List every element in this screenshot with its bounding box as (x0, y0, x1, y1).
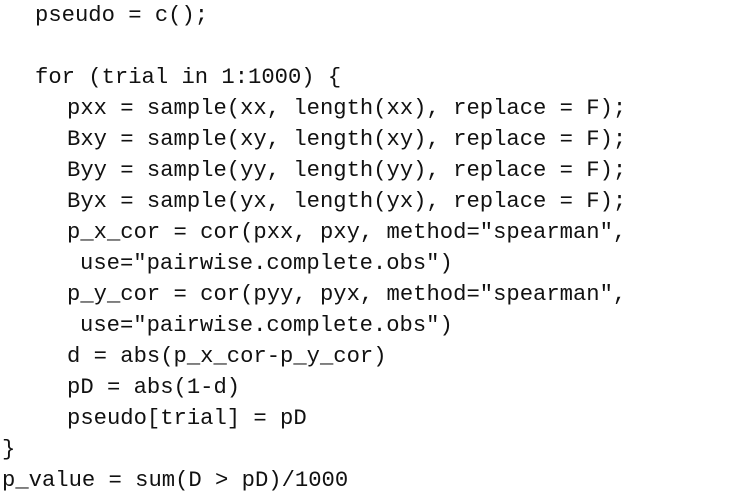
code-line-text: pseudo = c(); (35, 3, 209, 28)
code-line-text: use="pairwise.complete.obs") (80, 313, 453, 338)
code-line: pseudo = c(); (0, 0, 755, 31)
code-line: Bxy = sample(xy, length(xy), replace = F… (0, 124, 755, 155)
code-line-text: Byx = sample(yx, length(yx), replace = F… (67, 189, 627, 214)
code-line-text: pseudo[trial] = pD (67, 406, 307, 431)
code-line: pseudo[trial] = pD (0, 403, 755, 434)
code-line-text: p_y_cor = cor(pyy, pyx, method="spearman… (67, 282, 627, 307)
code-line: for (trial in 1:1000) { (0, 62, 755, 93)
code-line: use="pairwise.complete.obs") (0, 248, 755, 279)
code-line-text: p_value = sum(D > pD)/1000 (2, 468, 349, 493)
code-line-text: pD = abs(1-d) (67, 375, 241, 400)
code-line: p_value = sum(D > pD)/1000 (0, 465, 755, 496)
code-line: d = abs(p_x_cor-p_y_cor) (0, 341, 755, 372)
code-line-text: d = abs(p_x_cor-p_y_cor) (67, 344, 387, 369)
code-line: use="pairwise.complete.obs") (0, 310, 755, 341)
code-line-text: for (trial in 1:1000) { (35, 65, 342, 90)
code-line-text: use="pairwise.complete.obs") (80, 251, 453, 276)
code-line: p_y_cor = cor(pyy, pyx, method="spearman… (0, 279, 755, 310)
code-line-text: p_x_cor = cor(pxx, pxy, method="spearman… (67, 220, 627, 245)
code-line-text: Bxy = sample(xy, length(xy), replace = F… (67, 127, 627, 152)
code-line: Byx = sample(yx, length(yx), replace = F… (0, 186, 755, 217)
code-line: p_x_cor = cor(pxx, pxy, method="spearman… (0, 217, 755, 248)
code-line: pD = abs(1-d) (0, 372, 755, 403)
code-line-text: pxx = sample(xx, length(xx), replace = F… (67, 96, 627, 121)
code-line: } (0, 434, 755, 465)
code-line: pxx = sample(xx, length(xx), replace = F… (0, 93, 755, 124)
code-line: Byy = sample(yy, length(yy), replace = F… (0, 155, 755, 186)
code-block: pseudo = c(); for (trial in 1:1000) { px… (0, 0, 755, 493)
code-line-text: } (2, 437, 16, 462)
code-line-text: Byy = sample(yy, length(yy), replace = F… (67, 158, 627, 183)
